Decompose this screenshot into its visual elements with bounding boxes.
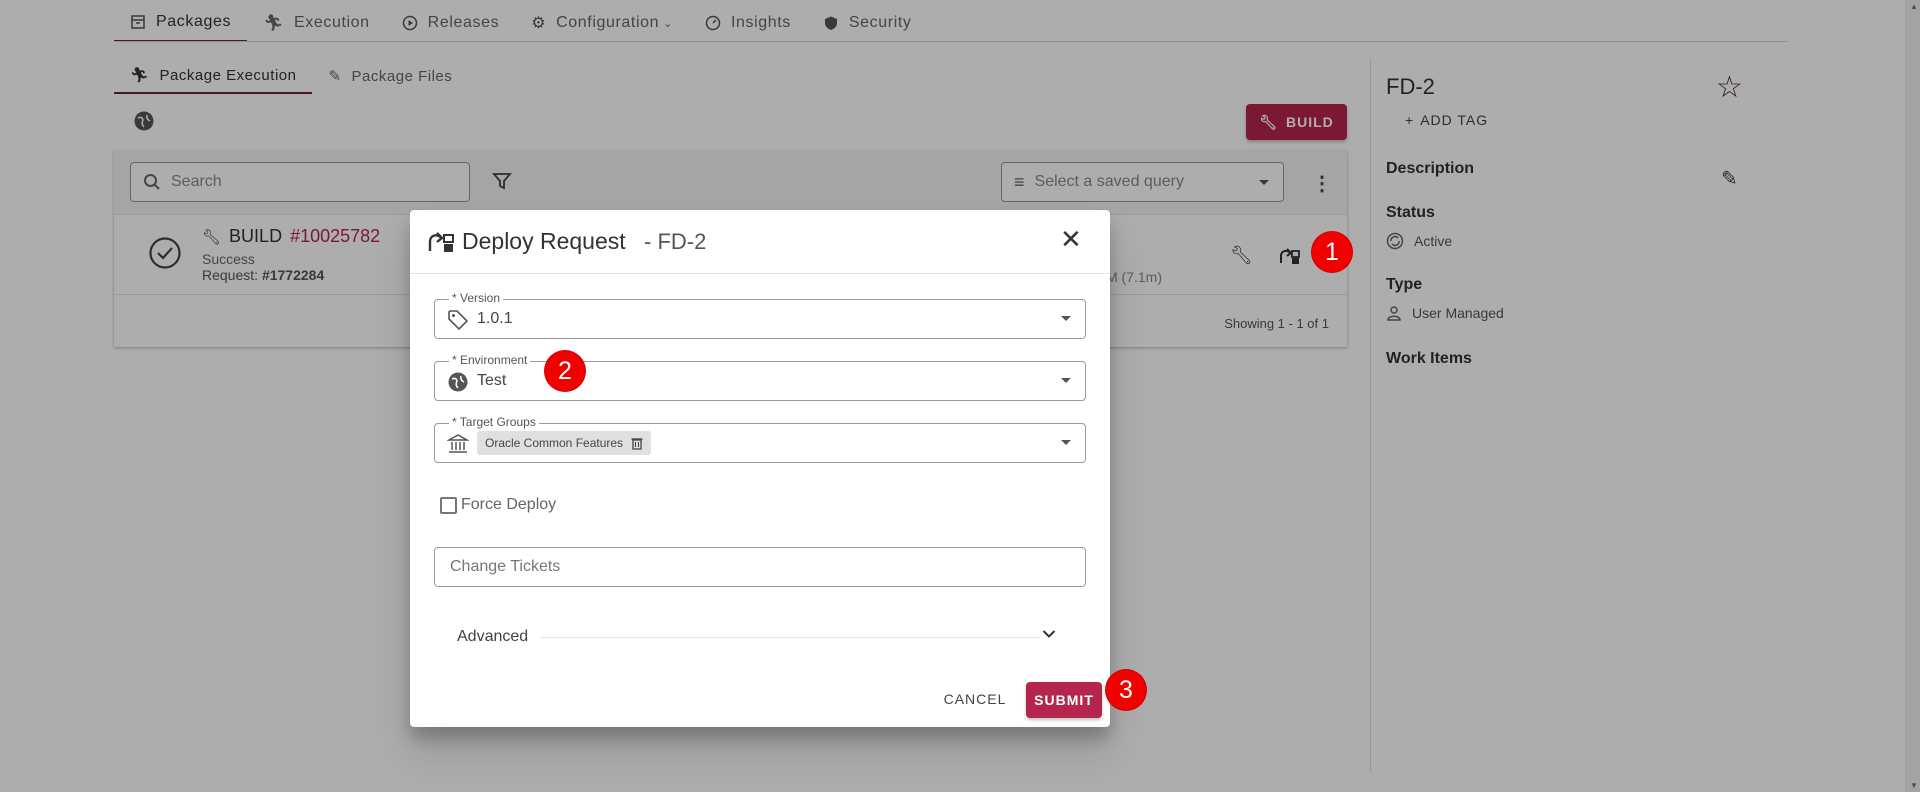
change-tickets-input[interactable]: [435, 548, 1085, 586]
step-marker-1: 1: [1312, 232, 1352, 272]
dialog-subtitle: - FD-2: [644, 229, 707, 254]
dialog-header: Deploy Request - FD-2 ✕: [410, 210, 1110, 274]
deploy-icon: [428, 232, 454, 252]
advanced-label[interactable]: Advanced: [457, 628, 528, 646]
version-select[interactable]: * Version 1.0.1: [434, 291, 1086, 339]
cancel-button[interactable]: CANCEL: [940, 682, 1010, 716]
bank-icon: [447, 434, 469, 453]
force-deploy-checkbox[interactable]: [440, 497, 457, 514]
change-tickets-field: [434, 547, 1086, 587]
chevron-down-icon[interactable]: [1042, 626, 1056, 644]
dialog-title: Deploy Request: [462, 228, 626, 254]
delete-icon[interactable]: [631, 437, 643, 450]
chip-label: Oracle Common Features: [485, 436, 624, 450]
dropdown-caret-icon: [1061, 440, 1071, 445]
globe-icon: [448, 372, 468, 392]
advanced-divider: [540, 637, 1040, 638]
step-marker-3: 3: [1106, 670, 1146, 710]
version-value: 1.0.1: [477, 310, 513, 327]
tag-icon: [448, 310, 469, 331]
environment-select[interactable]: * Environment Test: [434, 353, 1086, 401]
version-label: * Version: [449, 291, 504, 305]
environment-label: * Environment: [449, 353, 531, 367]
force-deploy-label[interactable]: Force Deploy: [461, 496, 556, 514]
close-icon[interactable]: ✕: [1060, 224, 1082, 255]
deploy-request-dialog: Deploy Request - FD-2 ✕ * Version 1.0.1 …: [410, 210, 1110, 727]
target-groups-select[interactable]: * Target Groups Oracle Common Features: [434, 415, 1086, 463]
dropdown-caret-icon: [1061, 378, 1071, 383]
target-groups-label: * Target Groups: [449, 415, 539, 429]
target-group-chip: Oracle Common Features: [477, 431, 652, 455]
dropdown-caret-icon: [1061, 316, 1071, 321]
environment-value: Test: [477, 372, 507, 389]
step-marker-2: 2: [545, 351, 585, 391]
submit-button[interactable]: SUBMIT: [1026, 682, 1102, 718]
